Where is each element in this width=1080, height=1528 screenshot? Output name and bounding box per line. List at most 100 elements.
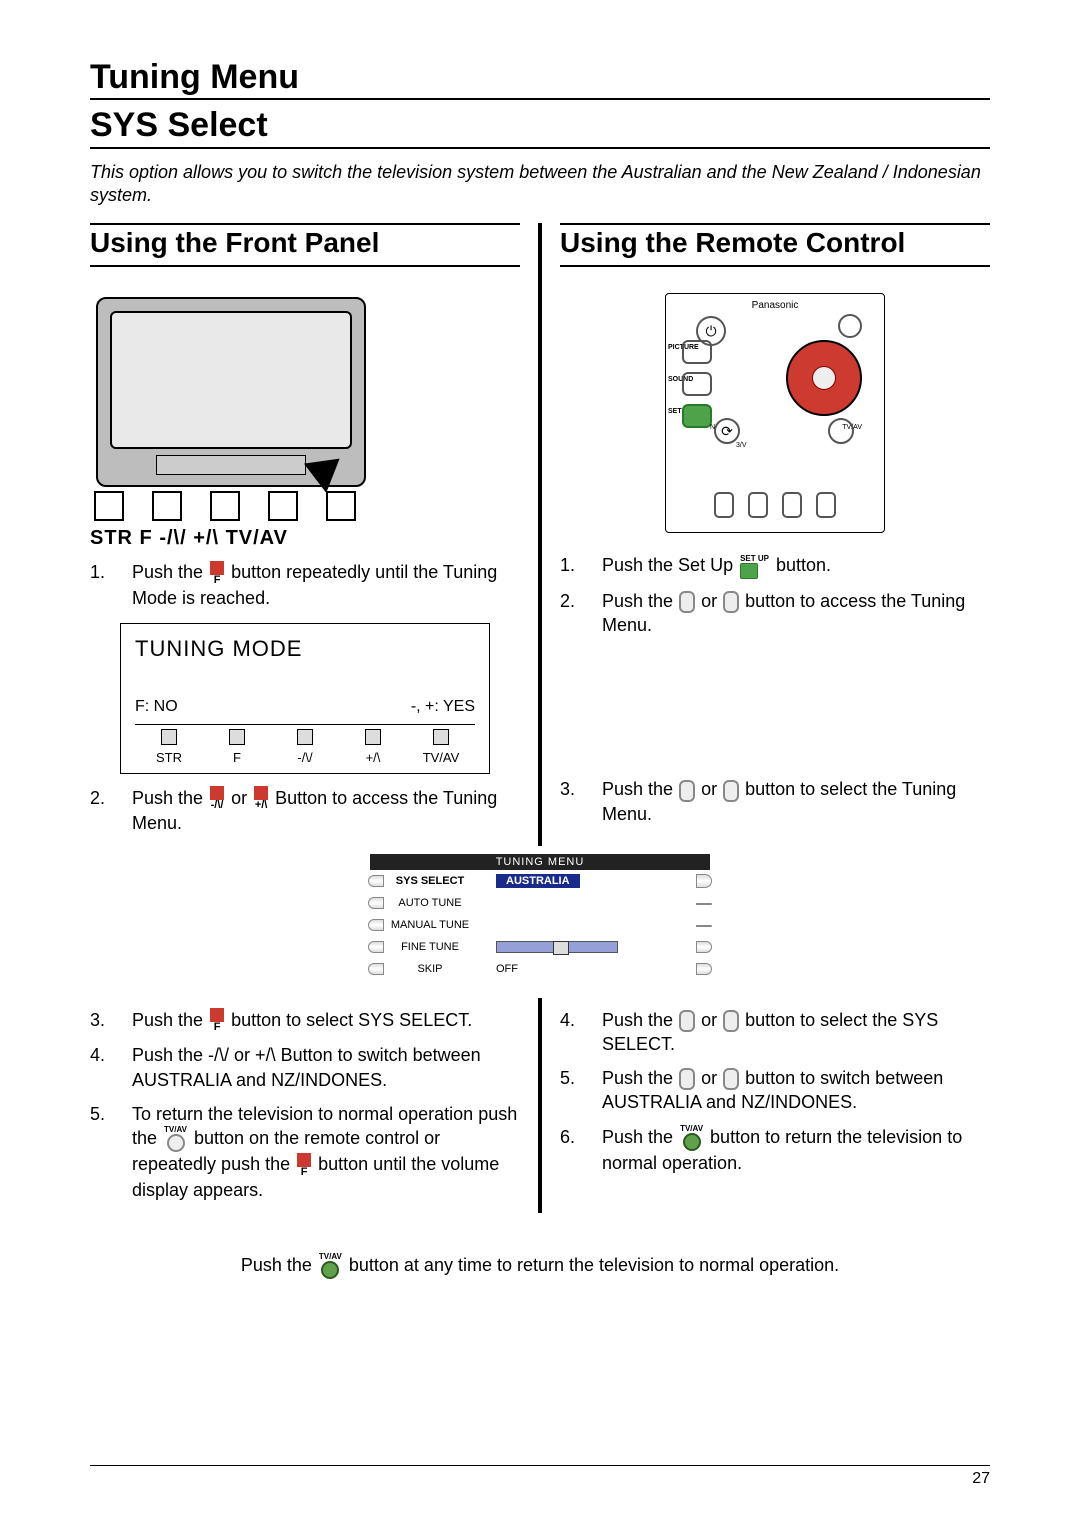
- osd-b3: -/\/: [297, 750, 312, 765]
- right-step-4: 4. Push the or button to select the SYS …: [560, 1008, 990, 1057]
- tuning-menu-row-fine: FINE TUNE: [370, 936, 710, 958]
- text: button.: [776, 555, 831, 575]
- up-button-icon: [679, 1010, 695, 1032]
- vertical-divider: [538, 223, 542, 279]
- skip-value: OFF: [490, 963, 710, 975]
- row-label: FINE TUNE: [370, 941, 490, 953]
- setup-button-icon: [682, 404, 712, 428]
- osd-b5: TV/AV: [423, 750, 460, 765]
- text: or: [701, 591, 722, 611]
- page-footer: 27: [90, 1465, 990, 1488]
- column-headings: Using the Front Panel Using the Remote C…: [90, 223, 990, 279]
- section-title-1: Tuning Menu: [90, 60, 990, 96]
- f-button-icon: F: [210, 1008, 224, 1033]
- vertical-divider: [538, 279, 542, 845]
- row-label: SYS SELECT: [370, 875, 490, 887]
- row-label: AUTO TUNE: [370, 897, 490, 909]
- right-step-6: 6. Push the TV/AV button to return the t…: [560, 1125, 990, 1176]
- section-title-2: SYS Select: [90, 106, 990, 149]
- osd-button-row: STR F -/\/ +/\ TV/AV: [135, 724, 475, 765]
- tuning-menu-row-sys: SYS SELECT AUSTRALIA: [370, 870, 710, 892]
- panel-btn-tvav: [326, 491, 356, 521]
- down-button-icon: [723, 780, 739, 802]
- tuning-menu-row-auto: AUTO TUNE: [370, 892, 710, 914]
- three-v-label: 3/V: [736, 442, 747, 449]
- text: button to select SYS SELECT.: [231, 1010, 472, 1030]
- f-button-icon: F: [210, 561, 224, 586]
- arrow-down-icon: [304, 459, 344, 496]
- tuning-menu-row-skip: SKIP OFF: [370, 958, 710, 980]
- mute-icon: [838, 314, 862, 338]
- text: Push the Set Up: [602, 555, 738, 575]
- osd-yes: -, +: YES: [411, 698, 475, 716]
- row-label: SKIP: [370, 963, 490, 975]
- up-button-icon: [679, 780, 695, 802]
- sound-button-icon: [682, 372, 712, 396]
- manual-page: Tuning Menu SYS Select This option allow…: [0, 0, 1080, 1528]
- return-button-icon: [714, 418, 740, 444]
- right-heading: Using the Remote Control: [560, 225, 990, 265]
- text: Push the -/\/ or +/\ Button to switch be…: [132, 1043, 520, 1092]
- row-label: MANUAL TUNE: [370, 919, 490, 931]
- panel-btn-str: [94, 491, 124, 521]
- text: or: [231, 788, 252, 808]
- text: Push the: [132, 562, 208, 582]
- tvav-remote-icon: TV/AV: [164, 1126, 187, 1152]
- front-panel-column: STR F -/\/ +/\ TV/AV 1. Push the F butto…: [90, 279, 520, 845]
- panel-labels: STR F -/\/ +/\ TV/AV: [90, 527, 520, 550]
- osd-no: F: NO: [135, 698, 178, 716]
- left-step-1: 1. Push the F button repeatedly until th…: [90, 560, 520, 610]
- remote-bottom-buttons: [666, 492, 884, 518]
- panel-buttons-row: [94, 491, 520, 521]
- tv-illustration: [96, 297, 366, 487]
- lower-columns: 3. Push the F button to select SYS SELEC…: [90, 998, 990, 1213]
- right-button-icon: [723, 1068, 739, 1090]
- picture-button-icon: [682, 340, 712, 364]
- right-step-3: 3. Push the or button to select the Tuni…: [560, 777, 990, 826]
- upper-columns: STR F -/\/ +/\ TV/AV 1. Push the F butto…: [90, 279, 990, 845]
- tvav-green-icon: TV/AV: [319, 1253, 342, 1279]
- tuning-menu-osd: TUNING MENU SYS SELECT AUSTRALIA AUTO TU…: [370, 854, 710, 980]
- right-step-5: 5. Push the or button to switch between …: [560, 1066, 990, 1115]
- panel-btn-minus: [210, 491, 240, 521]
- text: Push the: [602, 779, 678, 799]
- left-heading: Using the Front Panel: [90, 225, 520, 265]
- text: or: [701, 1068, 722, 1088]
- sys-value: AUSTRALIA: [496, 874, 580, 888]
- down-button-icon: [723, 591, 739, 613]
- text: Push the: [602, 1010, 678, 1030]
- left-step-2: 2. Push the -/\/ or +/\ Button to access…: [90, 786, 520, 836]
- setup-button-icon: SET UP: [740, 555, 769, 579]
- panel-btn-plus: [268, 491, 298, 521]
- text: or: [701, 1010, 722, 1030]
- osd-title: TUNING MODE: [135, 636, 475, 662]
- rule: [90, 98, 990, 100]
- text: Push the: [602, 591, 678, 611]
- text: Push the: [602, 1127, 678, 1147]
- slider-icon: [496, 941, 618, 953]
- up-button-icon: [679, 591, 695, 613]
- left-step-3: 3. Push the F button to select SYS SELEC…: [90, 1008, 520, 1034]
- intro-text: This option allows you to switch the tel…: [90, 161, 990, 208]
- right-step-2: 2. Push the or button to access the Tuni…: [560, 589, 990, 638]
- text: Push the: [132, 1010, 208, 1030]
- plus-button-icon: +/\: [254, 786, 268, 811]
- footnote: Push the TV/AV button at any time to ret…: [90, 1253, 990, 1279]
- panel-btn-f: [152, 491, 182, 521]
- remote-brand: Panasonic: [752, 300, 799, 311]
- text: Push the: [241, 1254, 317, 1274]
- page-number: 27: [972, 1470, 990, 1487]
- remote-column: Panasonic PICTURE SOUND SET UP N 3/V TV/…: [560, 279, 990, 845]
- dpad-icon: [786, 340, 862, 416]
- tuning-menu-header: TUNING MENU: [370, 854, 710, 870]
- tuning-menu-row-manual: MANUAL TUNE: [370, 914, 710, 936]
- minus-button-icon: -/\/: [210, 786, 224, 811]
- osd-b1: STR: [156, 750, 182, 765]
- left-step-5: 5. To return the television to normal op…: [90, 1102, 520, 1203]
- tvav-green-icon: TV/AV: [680, 1125, 703, 1151]
- vertical-divider: [538, 998, 542, 1213]
- tuning-mode-osd: TUNING MODE F: NO -, +: YES STR F -/\/ +…: [120, 623, 490, 774]
- front-panel-lower: 3. Push the F button to select SYS SELEC…: [90, 998, 520, 1213]
- left-button-icon: [679, 1068, 695, 1090]
- tvav-button-icon: [828, 418, 854, 444]
